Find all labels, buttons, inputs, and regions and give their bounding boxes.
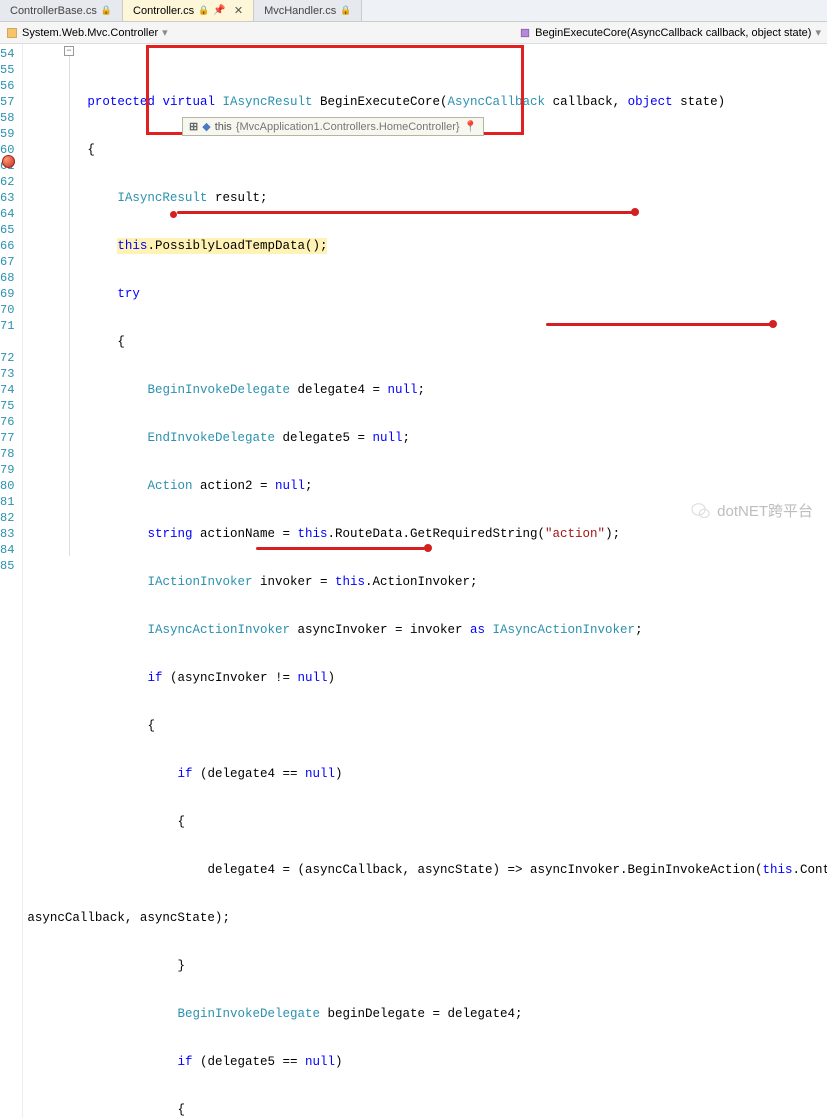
wechat-icon bbox=[691, 502, 711, 520]
expand-icon[interactable]: ⊞ bbox=[189, 120, 198, 133]
field-icon: ◆ bbox=[202, 120, 210, 133]
code-area[interactable]: protected virtual IAsyncResult BeginExec… bbox=[23, 44, 827, 1118]
annotation-underline bbox=[256, 547, 426, 550]
tab-label: Controller.cs bbox=[133, 5, 194, 17]
annotation-underline bbox=[177, 211, 633, 214]
code-editor[interactable]: 5455565758596061626364656667686970717273… bbox=[0, 44, 827, 1118]
chevron-down-icon: ▾ bbox=[815, 26, 821, 39]
lock-icon: 🔒 bbox=[101, 5, 112, 16]
tab-controller[interactable]: Controller.cs 🔒 📌 ✕ bbox=[123, 0, 254, 21]
breadcrumb-method[interactable]: BeginExecuteCore(AsyncCallback callback,… bbox=[519, 26, 821, 39]
breadcrumb-class[interactable]: System.Web.Mvc.Controller ▾ bbox=[6, 26, 168, 39]
lock-icon: 🔒 bbox=[340, 5, 351, 16]
lock-icon: 🔒 bbox=[198, 5, 209, 16]
close-icon[interactable]: ✕ bbox=[234, 4, 243, 17]
tab-mvchandler[interactable]: MvcHandler.cs 🔒 bbox=[254, 0, 362, 21]
tooltip-var: this bbox=[215, 121, 232, 133]
breakpoint-marker[interactable] bbox=[2, 155, 15, 168]
chevron-down-icon: ▾ bbox=[162, 26, 168, 39]
pin-icon[interactable]: 📌 bbox=[213, 5, 225, 16]
annotation-dot bbox=[170, 211, 177, 218]
tab-controllerbase[interactable]: ControllerBase.cs 🔒 bbox=[0, 0, 123, 21]
pin-icon[interactable]: 📍 bbox=[464, 120, 478, 133]
breadcrumb-bar: System.Web.Mvc.Controller ▾ BeginExecute… bbox=[0, 22, 827, 44]
method-icon bbox=[519, 27, 531, 39]
tab-label: ControllerBase.cs bbox=[10, 5, 97, 17]
line-gutter: 5455565758596061626364656667686970717273… bbox=[0, 44, 23, 1118]
class-icon bbox=[6, 27, 18, 39]
watermark: dotNET跨平台 bbox=[691, 500, 813, 521]
file-tabs: ControllerBase.cs 🔒 Controller.cs 🔒 📌 ✕ … bbox=[0, 0, 827, 22]
tab-label: MvcHandler.cs bbox=[264, 5, 336, 17]
debug-tooltip[interactable]: ⊞ ◆ this {MvcApplication1.Controllers.Ho… bbox=[182, 117, 484, 136]
annotation-underline bbox=[546, 323, 771, 326]
tooltip-value: {MvcApplication1.Controllers.HomeControl… bbox=[236, 121, 460, 133]
